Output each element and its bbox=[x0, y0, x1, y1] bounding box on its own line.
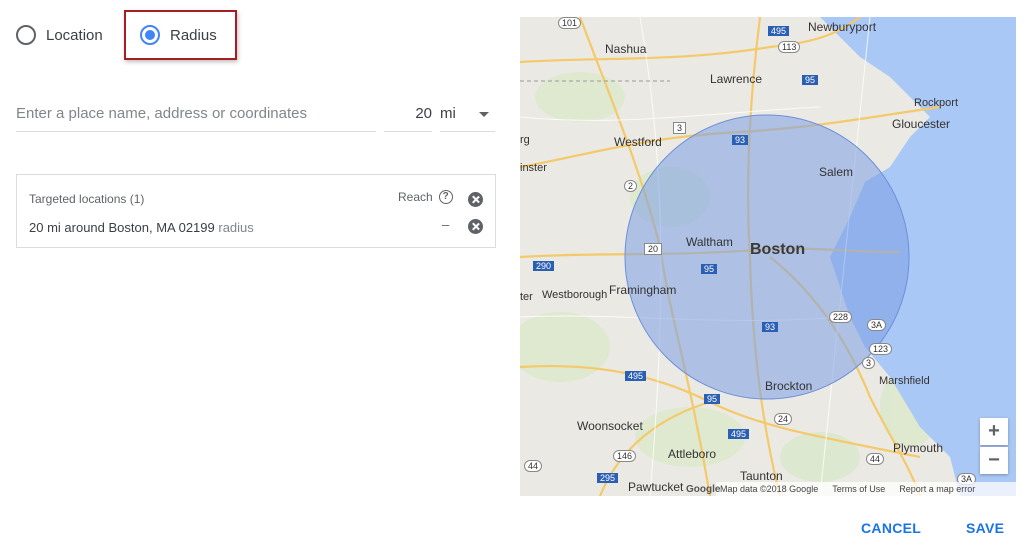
help-icon[interactable]: ? bbox=[438, 190, 453, 204]
location-radio-circle[interactable] bbox=[16, 25, 36, 45]
targeted-location-reach: – bbox=[442, 217, 450, 232]
targeted-locations-title: Targeted locations (1) bbox=[29, 192, 145, 206]
route-shield: 95 bbox=[802, 75, 819, 85]
map-label: Pawtucket bbox=[628, 480, 684, 494]
route-shield: 123 bbox=[869, 343, 893, 355]
map-label: Brockton bbox=[765, 379, 813, 393]
map-label-edge: inster bbox=[520, 162, 547, 174]
route-shield: 495 bbox=[728, 429, 750, 439]
route-shield: 495 bbox=[625, 371, 647, 381]
map-label: Rockport bbox=[914, 97, 959, 109]
chevron-down-icon bbox=[479, 112, 489, 117]
map-view[interactable]: Nashua Newburyport Lawrence Rockport Wes… bbox=[520, 17, 1016, 496]
route-shield: 95 bbox=[704, 394, 721, 404]
zoom-out-button[interactable]: − bbox=[980, 447, 1008, 474]
route-shield: 3A bbox=[867, 319, 887, 331]
location-radio-label: Location bbox=[46, 26, 103, 44]
targeted-location-name: 20 mi around Boston, MA 02199 bbox=[29, 220, 215, 235]
route-shield: 113 bbox=[778, 41, 801, 53]
map-label: Newburyport bbox=[808, 20, 877, 34]
targeted-locations-panel: Targeted locations (1) Reach ? 20 mi aro… bbox=[16, 174, 496, 248]
map-label: Lawrence bbox=[710, 72, 763, 86]
unit-select[interactable]: mi bbox=[440, 96, 495, 132]
map-label: Salem bbox=[819, 165, 854, 179]
reach-header: Reach ? bbox=[398, 190, 453, 204]
route-shield: 95 bbox=[701, 264, 718, 274]
route-shield: 3 bbox=[862, 357, 876, 369]
route-shield: 93 bbox=[762, 322, 779, 332]
route-shield: 20 bbox=[644, 243, 663, 255]
reach-label: Reach bbox=[398, 190, 433, 204]
location-radio[interactable]: Location bbox=[16, 25, 103, 45]
route-shield: 44 bbox=[524, 460, 543, 472]
route-shield: 24 bbox=[774, 413, 793, 425]
map-copyright: Map data ©2018 Google bbox=[720, 484, 819, 494]
route-shield: 3 bbox=[673, 122, 687, 134]
route-shield: 290 bbox=[533, 261, 555, 271]
targeted-location-type: radius bbox=[218, 220, 254, 235]
remove-location-icon[interactable] bbox=[468, 219, 483, 234]
save-button[interactable]: SAVE bbox=[966, 520, 1004, 536]
map-label: Plymouth bbox=[893, 441, 944, 455]
radius-radio-label: Radius bbox=[170, 26, 217, 44]
map-label: Attleboro bbox=[668, 447, 717, 461]
map-label: Westford bbox=[614, 135, 662, 149]
map-label-boston: Boston bbox=[750, 241, 806, 258]
map-label-edge: rg bbox=[520, 134, 530, 146]
route-shield: 495 bbox=[768, 26, 790, 36]
map-label: Nashua bbox=[605, 42, 647, 56]
route-shield: 44 bbox=[866, 453, 885, 465]
route-shield: 146 bbox=[613, 450, 637, 462]
route-shield: 101 bbox=[558, 17, 582, 29]
map-label: Gloucester bbox=[892, 117, 951, 131]
zoom-in-button[interactable]: + bbox=[980, 418, 1008, 445]
map-label: Westborough bbox=[542, 289, 608, 301]
map-label: Waltham bbox=[686, 235, 733, 249]
map-label: Taunton bbox=[740, 469, 783, 483]
report-map-error-link[interactable]: Report a map error bbox=[899, 484, 975, 494]
map-label: Marshfield bbox=[879, 375, 930, 387]
map-label-edge: ter bbox=[520, 291, 533, 303]
unit-select-value: mi bbox=[440, 105, 456, 122]
google-logo: Google bbox=[686, 483, 721, 495]
map-footer: Google Map data ©2018 Google Terms of Us… bbox=[686, 482, 1016, 496]
route-shield: 295 bbox=[597, 473, 619, 483]
place-search-input[interactable] bbox=[16, 96, 376, 132]
map-label: Woonsocket bbox=[577, 419, 643, 433]
terms-of-use-link[interactable]: Terms of Use bbox=[832, 484, 885, 494]
route-shield: 93 bbox=[732, 135, 749, 145]
cancel-button[interactable]: CANCEL bbox=[861, 520, 921, 536]
route-shield: 2 bbox=[624, 180, 638, 192]
radius-value-field[interactable]: 20 bbox=[384, 96, 432, 132]
route-shield: 228 bbox=[829, 311, 853, 323]
remove-all-icon[interactable] bbox=[468, 192, 483, 207]
targeted-location-item: 20 mi around Boston, MA 02199 radius bbox=[29, 220, 254, 235]
radius-radio[interactable]: Radius bbox=[124, 10, 237, 60]
map-label: Framingham bbox=[609, 283, 677, 297]
radius-radio-circle[interactable] bbox=[140, 25, 160, 45]
